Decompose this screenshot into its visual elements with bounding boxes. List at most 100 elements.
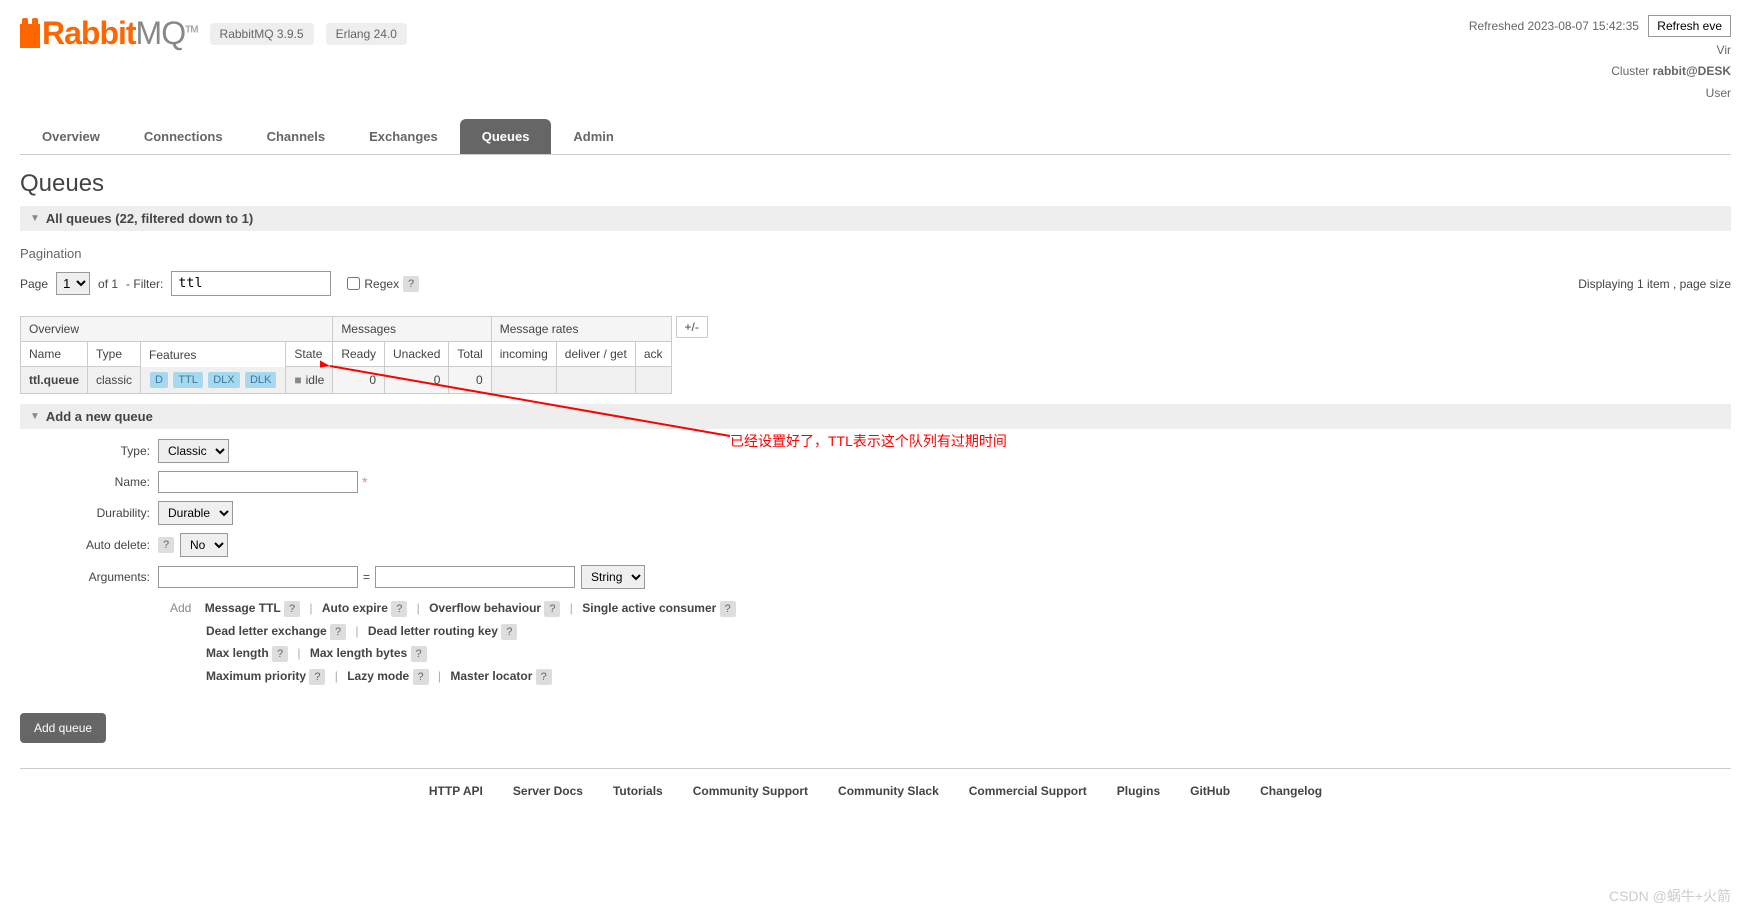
page-select[interactable]: 1 xyxy=(56,272,90,295)
arg-key-input[interactable] xyxy=(158,566,358,588)
page-label: Page xyxy=(20,277,48,291)
logo-rabbit: Rabbit xyxy=(42,15,136,51)
footer-commercial-support[interactable]: Commercial Support xyxy=(969,784,1087,798)
auto-delete-help-icon[interactable]: ? xyxy=(158,537,174,553)
collapse-icon: ▼ xyxy=(30,213,40,224)
th-incoming[interactable]: incoming xyxy=(491,342,556,367)
rabbit-icon xyxy=(20,24,40,48)
tab-queues[interactable]: Queues xyxy=(460,119,552,154)
th-ack[interactable]: ack xyxy=(635,342,671,367)
footer-tutorials[interactable]: Tutorials xyxy=(613,784,663,798)
tab-connections[interactable]: Connections xyxy=(122,119,245,154)
helper-master-locator[interactable]: Master locator xyxy=(450,669,532,683)
tab-channels[interactable]: Channels xyxy=(245,119,348,154)
auto-delete-select[interactable]: No xyxy=(180,533,228,557)
tab-admin[interactable]: Admin xyxy=(551,119,635,154)
cell-type: classic xyxy=(88,367,141,394)
th-group-overview: Overview xyxy=(21,317,333,342)
cell-ready: 0 xyxy=(333,367,385,394)
cell-total: 0 xyxy=(449,367,491,394)
regex-help-icon[interactable]: ? xyxy=(403,276,419,292)
helper-message-ttl[interactable]: Message TTL xyxy=(205,601,281,615)
helper-single-active[interactable]: Single active consumer xyxy=(582,601,716,615)
queues-table: Overview Messages Message rates Name Typ… xyxy=(20,316,672,394)
help-icon[interactable]: ? xyxy=(309,669,325,685)
footer-community-slack[interactable]: Community Slack xyxy=(838,784,939,798)
help-icon[interactable]: ? xyxy=(391,601,407,617)
top-right-info: Refreshed 2023-08-07 15:42:35 Refresh ev… xyxy=(1469,15,1731,104)
help-icon[interactable]: ? xyxy=(544,601,560,617)
helper-lazy-mode[interactable]: Lazy mode xyxy=(347,669,409,683)
th-unacked[interactable]: Unacked xyxy=(385,342,449,367)
add-queue-header[interactable]: ▼ Add a new queue xyxy=(20,404,1731,429)
all-queues-text: All queues (22, filtered down to 1) xyxy=(46,211,253,226)
th-deliver[interactable]: deliver / get xyxy=(556,342,635,367)
footer-plugins[interactable]: Plugins xyxy=(1117,784,1160,798)
th-total[interactable]: Total xyxy=(449,342,491,367)
name-input[interactable] xyxy=(158,471,358,493)
helper-max-bytes[interactable]: Max length bytes xyxy=(310,646,407,660)
footer-http-api[interactable]: HTTP API xyxy=(429,784,483,798)
durability-select[interactable]: Durable xyxy=(158,501,233,525)
refreshed-time: Refreshed 2023-08-07 15:42:35 xyxy=(1469,19,1639,33)
table-row: ttl.queue classic D TTL DLX DLK ■idle 0 … xyxy=(21,367,672,394)
cell-deliver xyxy=(556,367,635,394)
arguments-label: Arguments: xyxy=(40,570,150,584)
queue-name-link[interactable]: ttl.queue xyxy=(29,373,79,387)
footer-community-support[interactable]: Community Support xyxy=(693,784,808,798)
refresh-button[interactable]: Refresh eve xyxy=(1648,15,1731,37)
help-icon[interactable]: ? xyxy=(272,646,288,662)
footer-server-docs[interactable]: Server Docs xyxy=(513,784,583,798)
helper-max-priority[interactable]: Maximum priority xyxy=(206,669,306,683)
footer-github[interactable]: GitHub xyxy=(1190,784,1230,798)
equals-sign: = xyxy=(363,570,370,584)
help-icon[interactable]: ? xyxy=(330,624,346,640)
helper-dlx[interactable]: Dead letter exchange xyxy=(206,624,327,638)
required-marker: * xyxy=(362,474,367,490)
helper-max-length[interactable]: Max length xyxy=(206,646,269,660)
tab-overview[interactable]: Overview xyxy=(20,119,122,154)
regex-checkbox[interactable] xyxy=(347,277,360,290)
plus-minus-button[interactable]: +/- xyxy=(676,316,708,338)
type-select[interactable]: Classic xyxy=(158,439,229,463)
footer-changelog[interactable]: Changelog xyxy=(1260,784,1322,798)
th-features[interactable]: Features xyxy=(141,342,286,367)
helper-overflow[interactable]: Overflow behaviour xyxy=(429,601,541,615)
th-state[interactable]: State xyxy=(286,342,333,367)
tab-exchanges[interactable]: Exchanges xyxy=(347,119,460,154)
arg-value-input[interactable] xyxy=(375,566,575,588)
feature-d: D xyxy=(150,372,168,388)
cell-unacked: 0 xyxy=(385,367,449,394)
all-queues-header[interactable]: ▼ All queues (22, filtered down to 1) xyxy=(20,206,1731,231)
cell-features: D TTL DLX DLK xyxy=(141,367,286,394)
help-icon[interactable]: ? xyxy=(411,646,427,662)
th-type[interactable]: Type xyxy=(88,342,141,367)
cell-ack xyxy=(635,367,671,394)
add-queue-button[interactable]: Add queue xyxy=(20,713,106,743)
page-title: Queues xyxy=(20,170,1731,198)
cell-state: ■idle xyxy=(286,367,333,394)
helper-auto-expire[interactable]: Auto expire xyxy=(322,601,388,615)
th-name[interactable]: Name xyxy=(21,342,88,367)
type-label: Type: xyxy=(40,444,150,458)
add-label: Add xyxy=(170,601,191,615)
help-icon[interactable]: ? xyxy=(284,601,300,617)
logo-mq: MQ xyxy=(136,15,186,51)
helper-dlk[interactable]: Dead letter routing key xyxy=(368,624,498,638)
th-group-rates: Message rates xyxy=(491,317,671,342)
cluster-label: Cluster xyxy=(1611,64,1649,78)
help-icon[interactable]: ? xyxy=(413,669,429,685)
th-ready[interactable]: Ready xyxy=(333,342,385,367)
displaying-info: Displaying 1 item , page size xyxy=(1578,277,1731,291)
help-icon[interactable]: ? xyxy=(501,624,517,640)
cluster-value: rabbit@DESK xyxy=(1653,64,1731,78)
footer: HTTP API Server Docs Tutorials Community… xyxy=(20,768,1731,813)
filter-input[interactable] xyxy=(171,271,331,296)
th-group-messages: Messages xyxy=(333,317,491,342)
help-icon[interactable]: ? xyxy=(536,669,552,685)
help-icon[interactable]: ? xyxy=(720,601,736,617)
version-erlang: Erlang 24.0 xyxy=(326,23,407,45)
logo-area: RabbitMQTM RabbitMQ 3.9.5 Erlang 24.0 xyxy=(20,15,407,52)
arg-type-select[interactable]: String xyxy=(581,565,645,589)
logo: RabbitMQTM xyxy=(20,15,198,52)
